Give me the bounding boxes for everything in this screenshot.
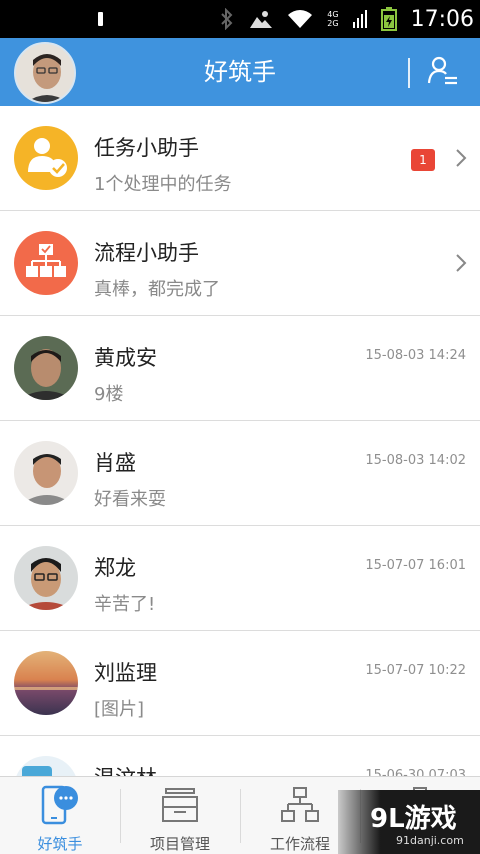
last-message: 9楼	[94, 384, 124, 405]
contact-name: 温汶林	[94, 762, 157, 776]
last-message: 辛苦了!	[94, 594, 156, 615]
tab-haozhushou[interactable]: 好筑手	[0, 777, 120, 854]
message-time: 15-06-30 07:03	[365, 768, 466, 776]
conversation-row[interactable]: 黄成安 9楼 15-08-03 14:24	[0, 316, 480, 421]
watermark: 9L游戏 91danji.com	[338, 790, 480, 854]
person-list-icon	[427, 55, 459, 91]
chat-phone-icon	[40, 785, 80, 825]
contacts-button[interactable]	[424, 54, 462, 92]
header-divider	[408, 58, 410, 88]
helper-name: 任务小助手	[94, 136, 199, 160]
workflow-icon	[280, 785, 320, 825]
avatar	[14, 336, 78, 400]
avatar	[14, 441, 78, 505]
conversation-row[interactable]: 郑龙 辛苦了! 15-07-07 16:01	[0, 526, 480, 631]
wifi-icon	[287, 9, 313, 29]
tab-project-management[interactable]: 项目管理	[120, 777, 240, 854]
contact-name: 刘监理	[94, 661, 157, 685]
task-helper-row[interactable]: 任务小助手 1个处理中的任务 1	[0, 106, 480, 211]
battery-charging-icon	[380, 7, 397, 31]
status-bar: 4G 2G 17:06	[0, 0, 480, 38]
network-type: 4G 2G	[327, 10, 339, 28]
conversation-list[interactable]: 任务小助手 1个处理中的任务 1 流程小助手 真棒，都完成了 黄成安 9楼 15…	[0, 106, 480, 776]
clock: 17:06	[410, 6, 474, 32]
avatar	[14, 756, 78, 776]
tab-label: 好筑手	[37, 835, 83, 853]
avatar	[14, 546, 78, 610]
signal-icon	[352, 10, 367, 28]
message-time: 15-08-03 14:24	[365, 348, 466, 363]
notification-icon	[98, 12, 103, 26]
conversation-row[interactable]: 温汶林 15-06-30 07:03	[0, 736, 480, 776]
unread-badge: 1	[411, 149, 435, 171]
conversation-row[interactable]: 刘监理 [图片] 15-07-07 10:22	[0, 631, 480, 736]
inbox-tray-icon	[160, 785, 200, 825]
last-message: [图片]	[94, 699, 145, 720]
app-header: 好筑手	[0, 38, 480, 106]
avatar	[14, 651, 78, 715]
bluetooth-icon	[219, 8, 235, 30]
watermark-logo: 9L游戏	[370, 804, 457, 834]
helper-name: 流程小助手	[94, 241, 199, 265]
message-time: 15-07-07 10:22	[365, 663, 466, 678]
message-time: 15-08-03 14:02	[365, 453, 466, 468]
task-person-check-icon	[14, 126, 78, 190]
contact-name: 郑龙	[94, 556, 136, 580]
tab-label: 项目管理	[149, 835, 210, 853]
contact-name: 黄成安	[94, 346, 157, 370]
conversation-row[interactable]: 肖盛 好看来耍 15-08-03 14:02	[0, 421, 480, 526]
flow-helper-row[interactable]: 流程小助手 真棒，都完成了	[0, 211, 480, 316]
message-time: 15-07-07 16:01	[365, 558, 466, 573]
flow-chart-icon	[14, 231, 78, 295]
helper-subtitle: 真棒，都完成了	[94, 279, 220, 300]
watermark-url: 91danji.com	[396, 834, 464, 847]
image-notification-icon	[249, 9, 273, 29]
helper-subtitle: 1个处理中的任务	[94, 174, 232, 195]
chevron-right-icon	[452, 146, 470, 170]
contact-name: 肖盛	[94, 451, 136, 475]
last-message: 好看来耍	[94, 489, 166, 510]
chevron-right-icon	[452, 251, 470, 275]
